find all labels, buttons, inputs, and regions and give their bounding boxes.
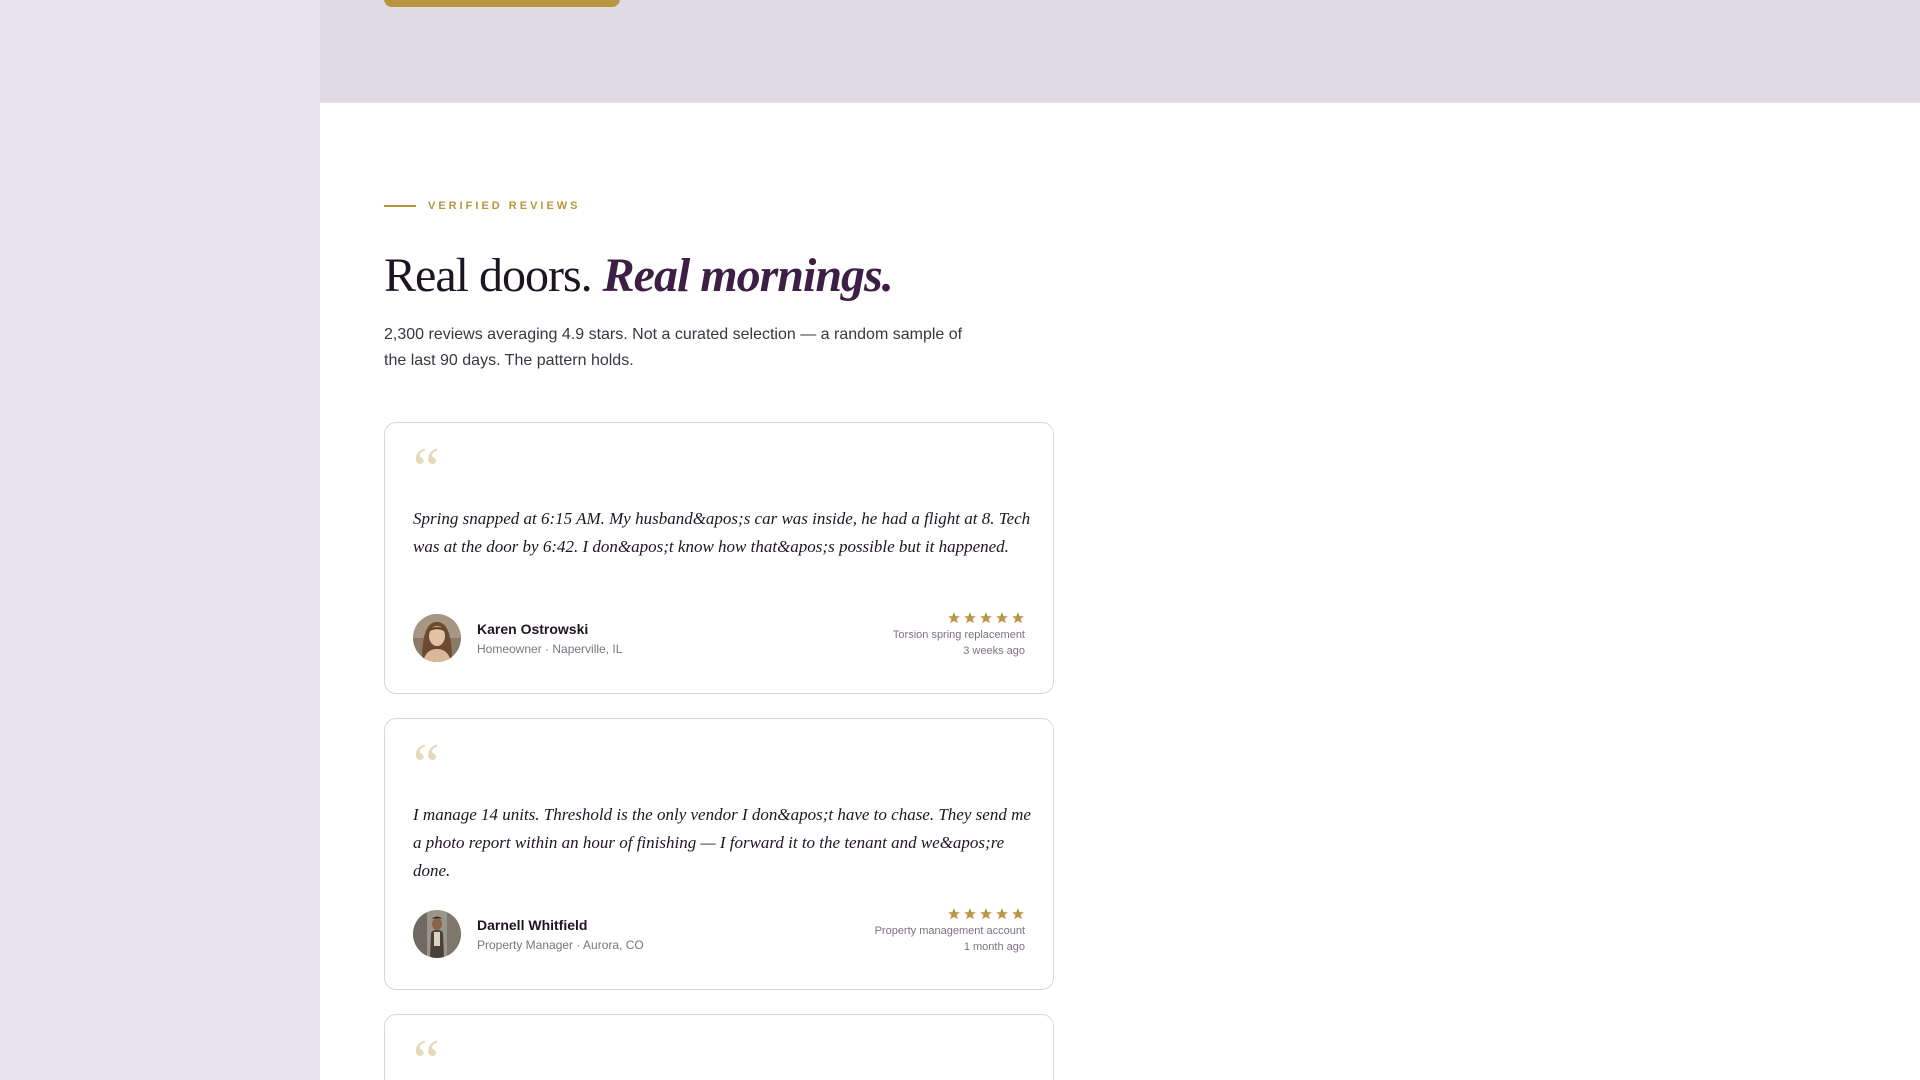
- review-date: 3 weeks ago: [963, 645, 1025, 657]
- section-eyebrow: VERIFIED REVIEWS: [384, 200, 581, 212]
- main-content: VERIFIED REVIEWS Real doors. Real mornin…: [320, 0, 1920, 1080]
- quote-mark-icon: “: [413, 732, 440, 798]
- quote-mark-icon: “: [413, 1028, 440, 1080]
- man-portrait-icon: [413, 910, 461, 958]
- review-service: Torsion spring replacement: [892, 629, 1025, 641]
- star-icon: [980, 908, 992, 920]
- headline-emphasis: Real mornings.: [602, 249, 894, 302]
- star-icon: [964, 612, 976, 624]
- eyebrow-line: [384, 205, 416, 207]
- star-rating: [875, 907, 1025, 923]
- star-icon: [996, 612, 1008, 624]
- review-card: “ I manage 14 units. Threshold is the on…: [384, 718, 1054, 990]
- star-icon: [948, 908, 960, 920]
- section-intro: 2,300 reviews averaging 4.9 stars. Not a…: [384, 326, 963, 369]
- star-icon: [1012, 908, 1024, 920]
- left-rail: [0, 0, 320, 1080]
- eyebrow-text: VERIFIED REVIEWS: [428, 200, 581, 212]
- hero-cta-button[interactable]: [384, 0, 620, 7]
- review-quote: I manage 14 units. Threshold is the only…: [413, 805, 1031, 880]
- star-icon: [964, 908, 976, 920]
- star-rating: [893, 611, 1025, 627]
- review-quote: Spring snapped at 6:15 AM. My husband&ap…: [413, 509, 1031, 556]
- review-service: Property management account: [874, 925, 1025, 937]
- author-name: Darnell Whitfield: [477, 917, 588, 933]
- star-icon: [948, 612, 960, 624]
- author-role: Property Manager · Aurora, CO: [477, 938, 644, 952]
- woman-portrait-icon: [413, 614, 461, 662]
- review-meta: Property management account 1 month ago: [875, 907, 1025, 955]
- headline-plain: Real doors.: [384, 249, 603, 302]
- star-icon: [980, 612, 992, 624]
- section-headline: Real doors. Real mornings.: [384, 248, 894, 303]
- review-card: “: [384, 1014, 1054, 1080]
- author-name: Karen Ostrowski: [477, 621, 589, 637]
- hero-band: [320, 0, 1920, 103]
- star-icon: [1012, 612, 1024, 624]
- star-icon: [996, 908, 1008, 920]
- review-card: “ Spring snapped at 6:15 AM. My husband&…: [384, 422, 1054, 694]
- quote-mark-icon: “: [413, 436, 440, 502]
- review-date: 1 month ago: [963, 941, 1025, 953]
- author-role: Homeowner · Naperville, IL: [477, 642, 623, 656]
- review-meta: Torsion spring replacement 3 weeks ago: [893, 611, 1025, 659]
